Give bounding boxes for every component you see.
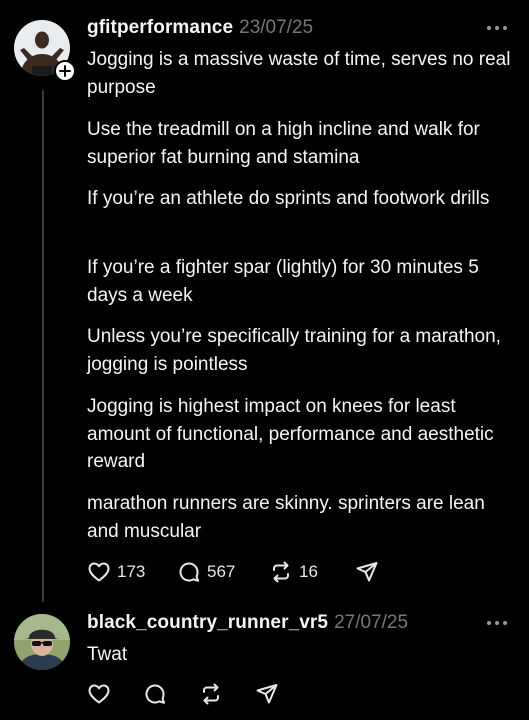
thread-post: gfitperformance 23/07/25 Jogging is a ma…: [0, 0, 529, 602]
reply-actions: [87, 682, 279, 706]
post-text: Jogging is a massive waste of time, serv…: [87, 49, 511, 98]
post-date: 23/07/25: [239, 17, 314, 38]
plus-icon: [59, 65, 71, 77]
reply-post: black_country_runner_vr5 27/07/25 Twat: [0, 600, 529, 720]
post-text: Use the treadmill on a high incline and …: [87, 119, 480, 168]
share-icon: [256, 684, 278, 704]
reply-header: black_country_runner_vr5 27/07/25: [87, 612, 408, 634]
share-button[interactable]: [355, 560, 379, 584]
reply-text: Twat: [87, 644, 128, 665]
more-icon[interactable]: [487, 25, 507, 31]
comment-button[interactable]: 567: [177, 560, 269, 584]
repost-icon: [203, 683, 219, 705]
post-text: Unless you’re specifically training for …: [87, 326, 501, 375]
comment-button[interactable]: [143, 682, 199, 706]
like-count: 173: [117, 562, 146, 581]
heart-icon: [88, 684, 110, 704]
reply-date: 27/07/25: [334, 612, 409, 633]
repost-button[interactable]: [199, 682, 255, 706]
repost-count: 16: [299, 562, 318, 581]
comment-icon: [145, 684, 165, 704]
thread-line: [42, 90, 44, 602]
post-text: Jogging is highest impact on knees for l…: [87, 396, 494, 472]
post-text: If you’re an athlete do sprints and foot…: [87, 188, 490, 209]
share-button[interactable]: [255, 682, 279, 706]
heart-icon: [88, 562, 110, 582]
repost-button[interactable]: 16: [269, 560, 355, 584]
follow-button[interactable]: [54, 60, 76, 82]
post-text: If you’re a fighter spar (lightly) for 3…: [87, 257, 479, 306]
like-button[interactable]: 173: [87, 560, 177, 584]
avatar[interactable]: [14, 614, 70, 670]
more-icon[interactable]: [487, 620, 507, 626]
like-button[interactable]: [87, 682, 143, 706]
comment-icon: [179, 562, 199, 582]
username[interactable]: gfitperformance: [87, 17, 233, 39]
post-actions: 173 567 16: [87, 560, 379, 584]
post-header: gfitperformance 23/07/25: [87, 17, 313, 39]
repost-icon: [273, 561, 289, 583]
comment-count: 567: [207, 562, 236, 581]
username[interactable]: black_country_runner_vr5: [87, 612, 328, 634]
share-icon: [356, 562, 378, 582]
post-text: marathon runners are skinny. sprinters a…: [87, 493, 485, 542]
